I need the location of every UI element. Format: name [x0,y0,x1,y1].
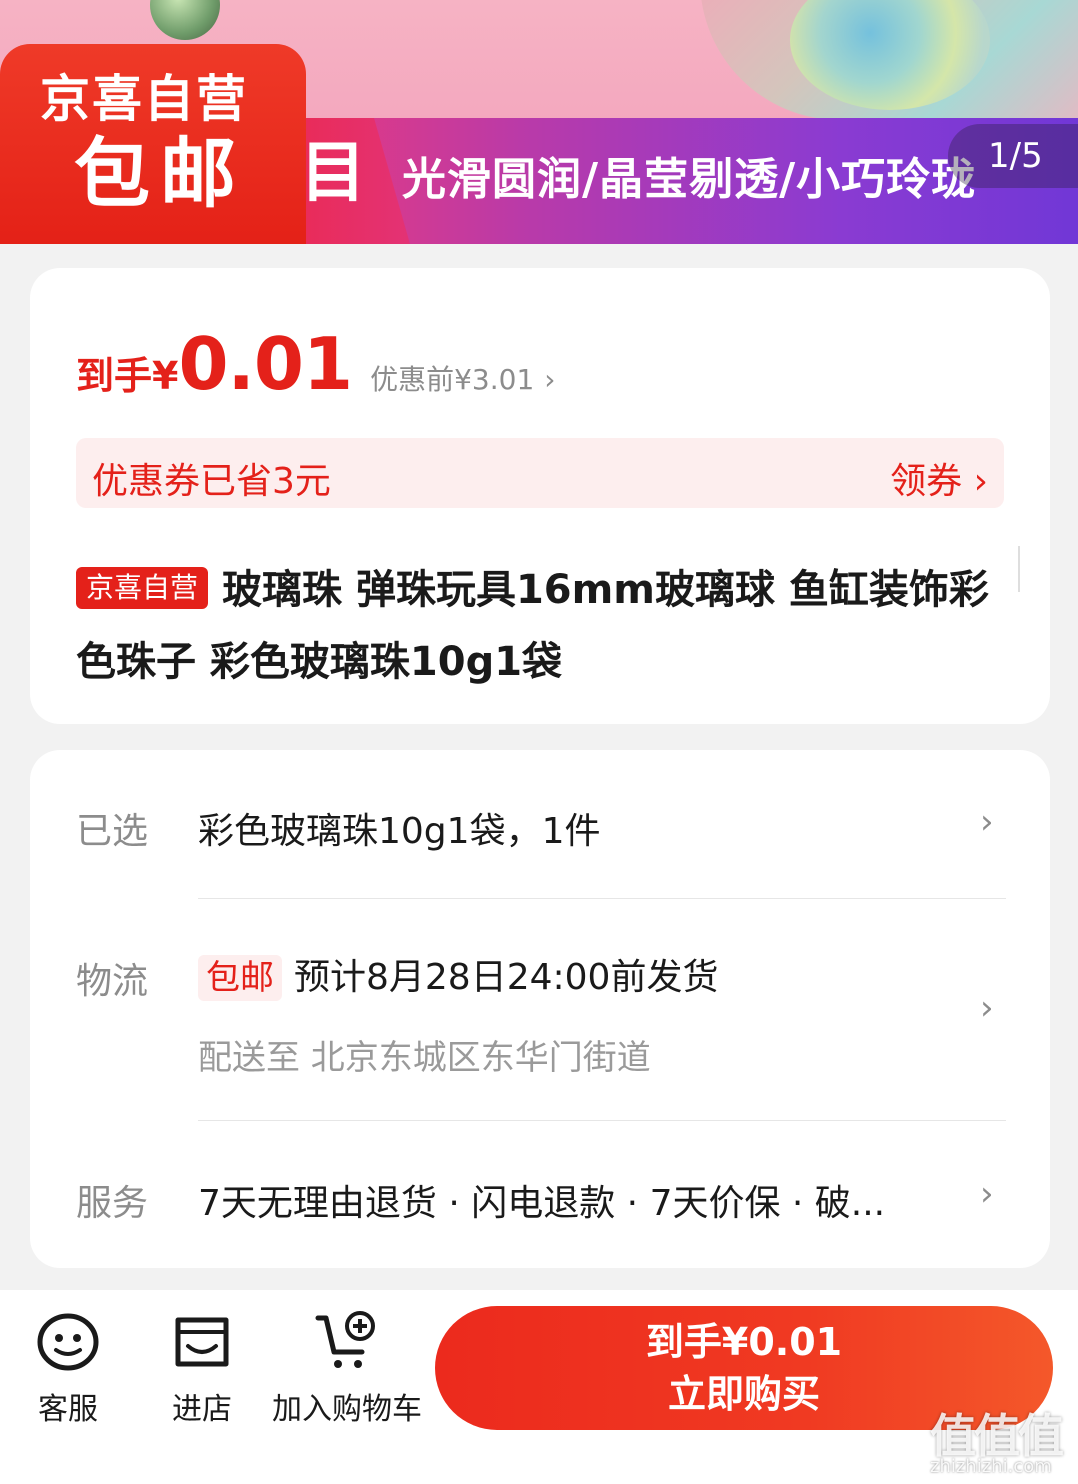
product-title-text: 玻璃珠 弹珠玩具16mm玻璃球 鱼缸装饰彩色珠子 彩色玻璃珠10g1袋 [76,567,989,685]
divider [198,1120,1006,1121]
chevron-right-icon: › [980,988,994,1028]
banner-stripe-text: 目 [300,134,366,211]
get-coupon-link[interactable]: 领券 › [890,452,988,504]
cart-add-icon [315,1311,375,1368]
divider [198,898,1006,899]
price-card: 到手¥ 0.01 优惠前¥3.01 › 优惠券已省3元 领券 › 京喜自营 玻璃珠… [30,268,1050,724]
customer-service-button[interactable]: 客服 [30,1312,106,1428]
bottom-action-bar: 客服 进店 加入购物车 到手¥0.01 立即购买 [0,1290,1078,1484]
selected-label: 已选 [76,811,149,852]
store-button[interactable]: 进店 [164,1312,240,1428]
chevron-right-icon: › [544,363,556,396]
delivery-address: 配送至 北京东城区东华门街道 [198,1038,651,1078]
buy-price: 到手¥0.01 [645,1320,843,1364]
customer-service-icon [37,1313,99,1371]
chevron-right-icon: › [980,802,994,842]
add-to-cart-button[interactable]: 加入购物车 [272,1308,422,1428]
marble-image [150,0,220,40]
selected-value: 彩色玻璃珠10g1袋，1件 [198,811,601,852]
badge-line1: 京喜自营 [40,70,248,128]
price-row[interactable]: 到手¥ 0.01 优惠前¥3.01 › [76,322,556,406]
shipping-estimate: 预计8月28日24:00前发货 [294,957,719,998]
original-price: 优惠前¥3.01 [370,363,535,396]
logistics-label: 物流 [76,961,149,1002]
service-value: 7天无理由退货 · 闪电退款 · 7天价保 · 破... [198,1183,886,1224]
coupon-bar[interactable]: 优惠券已省3元 领券 › [76,438,1004,508]
free-shipping-tag: 包邮 [198,955,282,1001]
self-operated-tag: 京喜自营 [76,567,209,609]
marble-image [700,0,1078,120]
service-label: 服务 [76,1183,149,1224]
customer-service-label: 客服 [38,1392,98,1427]
coupon-saved-text: 优惠券已省3元 [92,461,331,502]
self-operated-free-shipping-badge: 京喜自营 包邮 [0,44,306,244]
info-card: 已选 彩色玻璃珠10g1袋，1件 › 物流 包邮 预计8月28日24:00前发货 … [30,750,1050,1268]
add-to-cart-label: 加入购物车 [272,1392,422,1427]
product-title: 京喜自营 玻璃珠 弹珠玩具16mm玻璃球 鱼缸装饰彩色珠子 彩色玻璃珠10g1袋 [76,554,996,698]
image-counter: 1/5 [948,124,1078,188]
store-label: 进店 [172,1392,232,1427]
divider [1018,546,1020,592]
badge-line2: 包邮 [74,129,246,218]
logistics-value: 包邮 预计8月28日24:00前发货 [198,948,718,1001]
watermark-domain: zhizhizhi.com [930,1456,1052,1477]
store-icon [175,1317,229,1367]
final-price: 0.01 [178,322,353,406]
price-prefix: 到手¥ [76,354,179,398]
banner-slogan: 光滑圆润/晶莹剔透/小巧玲珑 [402,154,977,205]
chevron-right-icon: › [980,1174,994,1214]
